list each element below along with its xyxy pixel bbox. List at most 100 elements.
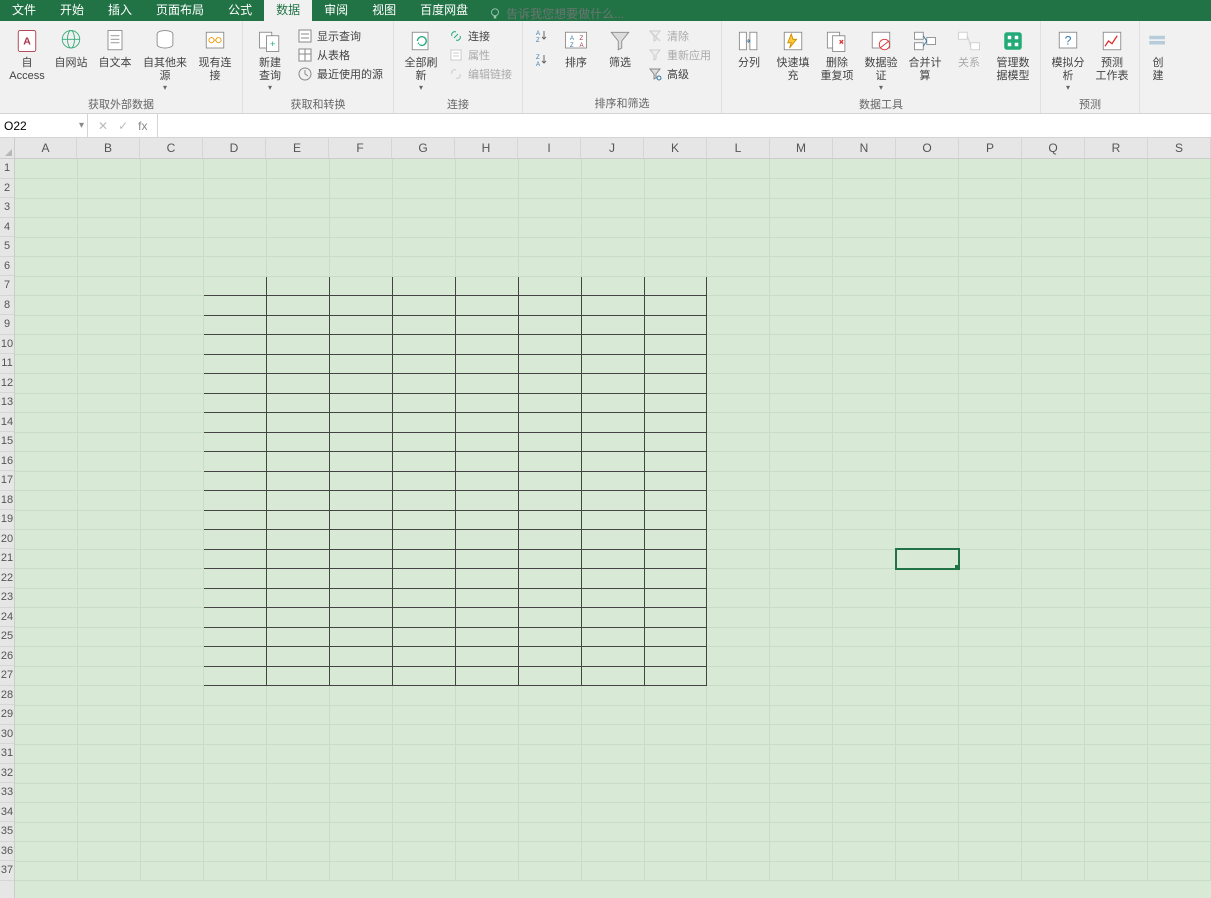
cell[interactable] xyxy=(78,861,141,881)
cell[interactable] xyxy=(1022,608,1085,628)
cell[interactable] xyxy=(707,276,770,296)
cell[interactable] xyxy=(833,257,896,277)
cell[interactable] xyxy=(896,588,959,608)
cell[interactable] xyxy=(78,530,141,550)
cell[interactable] xyxy=(1022,627,1085,647)
cell[interactable] xyxy=(330,237,393,257)
cell[interactable] xyxy=(959,159,1022,179)
cell[interactable] xyxy=(204,842,267,862)
cell[interactable] xyxy=(455,783,518,803)
name-box-input[interactable] xyxy=(4,119,64,133)
cell[interactable] xyxy=(204,432,267,452)
cell[interactable] xyxy=(267,725,330,745)
cell[interactable] xyxy=(770,627,833,647)
cell[interactable] xyxy=(1147,452,1210,472)
cell[interactable] xyxy=(518,822,581,842)
cell[interactable] xyxy=(1022,861,1085,881)
cell[interactable] xyxy=(455,803,518,823)
row-header[interactable]: 37 xyxy=(0,861,14,881)
cell[interactable] xyxy=(707,725,770,745)
cell[interactable] xyxy=(1147,764,1210,784)
cell[interactable] xyxy=(455,374,518,394)
cell[interactable] xyxy=(707,374,770,394)
cell[interactable] xyxy=(833,491,896,511)
cell[interactable] xyxy=(392,296,455,316)
cell[interactable] xyxy=(78,471,141,491)
cell[interactable] xyxy=(1147,530,1210,550)
cell[interactable] xyxy=(455,354,518,374)
column-headers[interactable]: ABCDEFGHIJKLMNOPQRS xyxy=(15,138,1211,159)
cell[interactable] xyxy=(518,432,581,452)
cell[interactable] xyxy=(330,276,393,296)
cell[interactable] xyxy=(392,335,455,355)
cell[interactable] xyxy=(518,315,581,335)
cell[interactable] xyxy=(581,861,644,881)
row-header[interactable]: 4 xyxy=(0,218,14,238)
cell[interactable] xyxy=(833,549,896,569)
cell[interactable] xyxy=(455,569,518,589)
cell[interactable] xyxy=(78,393,141,413)
cell[interactable] xyxy=(141,296,204,316)
cell[interactable] xyxy=(1147,315,1210,335)
cell[interactable] xyxy=(78,783,141,803)
cell[interactable] xyxy=(141,491,204,511)
cell[interactable] xyxy=(707,861,770,881)
remove-duplicates-button[interactable]: 删除 重复项 xyxy=(816,25,858,85)
cell[interactable] xyxy=(78,179,141,199)
cell[interactable] xyxy=(1022,588,1085,608)
cell[interactable] xyxy=(267,335,330,355)
cell[interactable] xyxy=(1147,822,1210,842)
cell[interactable] xyxy=(833,666,896,686)
cell[interactable] xyxy=(707,491,770,511)
cell[interactable] xyxy=(15,569,78,589)
row-header[interactable]: 28 xyxy=(0,686,14,706)
cell[interactable] xyxy=(15,257,78,277)
cell[interactable] xyxy=(1084,159,1147,179)
refresh-all-button[interactable]: 全部刷新▾ xyxy=(400,25,442,94)
cell[interactable] xyxy=(644,822,707,842)
tab-insert[interactable]: 插入 xyxy=(96,0,144,21)
cell[interactable] xyxy=(833,803,896,823)
cell[interactable] xyxy=(330,627,393,647)
cell[interactable] xyxy=(896,315,959,335)
cell[interactable] xyxy=(78,686,141,706)
cell[interactable] xyxy=(1084,179,1147,199)
cell[interactable] xyxy=(1084,257,1147,277)
cell[interactable] xyxy=(267,783,330,803)
cell[interactable] xyxy=(267,354,330,374)
cell[interactable] xyxy=(707,179,770,199)
cell[interactable] xyxy=(707,764,770,784)
cell[interactable] xyxy=(707,159,770,179)
cell[interactable] xyxy=(204,686,267,706)
cell[interactable] xyxy=(78,705,141,725)
cell[interactable] xyxy=(392,842,455,862)
cell[interactable] xyxy=(392,686,455,706)
cell[interactable] xyxy=(518,393,581,413)
row-header[interactable]: 6 xyxy=(0,257,14,277)
cell[interactable] xyxy=(330,705,393,725)
cell[interactable] xyxy=(141,803,204,823)
cell[interactable] xyxy=(833,296,896,316)
cell[interactable] xyxy=(833,276,896,296)
cell[interactable] xyxy=(581,393,644,413)
cell[interactable] xyxy=(518,569,581,589)
cell[interactable] xyxy=(896,666,959,686)
cell[interactable] xyxy=(707,549,770,569)
cell[interactable] xyxy=(78,413,141,433)
cell[interactable] xyxy=(770,705,833,725)
show-queries-button[interactable]: 显示查询 xyxy=(293,27,387,45)
cell[interactable] xyxy=(581,179,644,199)
cell[interactable] xyxy=(1022,179,1085,199)
cell[interactable] xyxy=(644,783,707,803)
cell[interactable] xyxy=(896,569,959,589)
cell[interactable] xyxy=(330,315,393,335)
cell[interactable] xyxy=(770,764,833,784)
cell[interactable] xyxy=(15,237,78,257)
cell[interactable] xyxy=(770,393,833,413)
cell[interactable] xyxy=(1022,569,1085,589)
tab-baidu[interactable]: 百度网盘 xyxy=(408,0,480,21)
cell[interactable] xyxy=(1084,549,1147,569)
cell[interactable] xyxy=(141,647,204,667)
cell[interactable] xyxy=(518,627,581,647)
cell[interactable] xyxy=(770,276,833,296)
